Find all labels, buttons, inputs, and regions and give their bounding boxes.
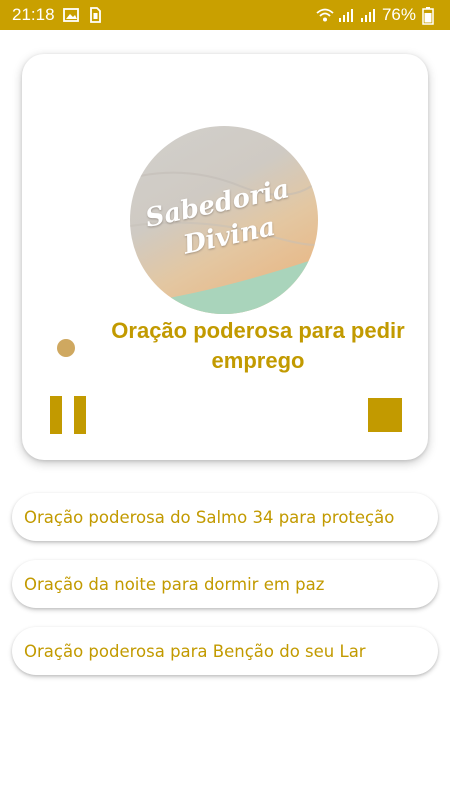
status-time: 21:18	[12, 5, 55, 24]
sim-icon	[87, 7, 103, 23]
stop-button[interactable]	[368, 398, 402, 432]
status-left: 21:18	[12, 5, 103, 25]
signal-icon-2	[360, 7, 376, 23]
prayer-item-label: Oração poderosa para Benção do seu Lar	[24, 641, 366, 661]
battery-icon	[422, 7, 438, 25]
album-cover: Sabedoria Divina	[130, 126, 318, 314]
wifi-icon	[316, 7, 334, 23]
player-card: Sabedoria Divina Oração poderosa para pe…	[22, 54, 428, 460]
battery-percent: 76%	[381, 5, 416, 24]
prayer-item-bencao-lar[interactable]: Oração poderosa para Benção do seu Lar	[12, 627, 438, 675]
pause-button[interactable]	[50, 396, 86, 434]
status-right: 76%	[316, 5, 438, 25]
prayer-item-label: Oração da noite para dormir em paz	[24, 574, 325, 594]
pause-icon	[50, 396, 62, 434]
prayer-list: Oração poderosa do Salmo 34 para proteçã…	[12, 493, 438, 694]
prayer-item-noite[interactable]: Oração da noite para dormir em paz	[12, 560, 438, 608]
prayer-item-label: Oração poderosa do Salmo 34 para proteçã…	[24, 507, 395, 527]
signal-icon	[338, 7, 354, 23]
status-bar: 21:18 76%	[0, 0, 450, 30]
pause-icon-bar	[74, 396, 86, 434]
prayer-item-salmo-34[interactable]: Oração poderosa do Salmo 34 para proteçã…	[12, 493, 438, 541]
image-icon	[62, 7, 79, 23]
cover-logo-text: Sabedoria Divina	[130, 126, 318, 314]
progress-thumb[interactable]	[57, 339, 75, 357]
track-title: Oração poderosa para pedir emprego	[111, 318, 405, 373]
